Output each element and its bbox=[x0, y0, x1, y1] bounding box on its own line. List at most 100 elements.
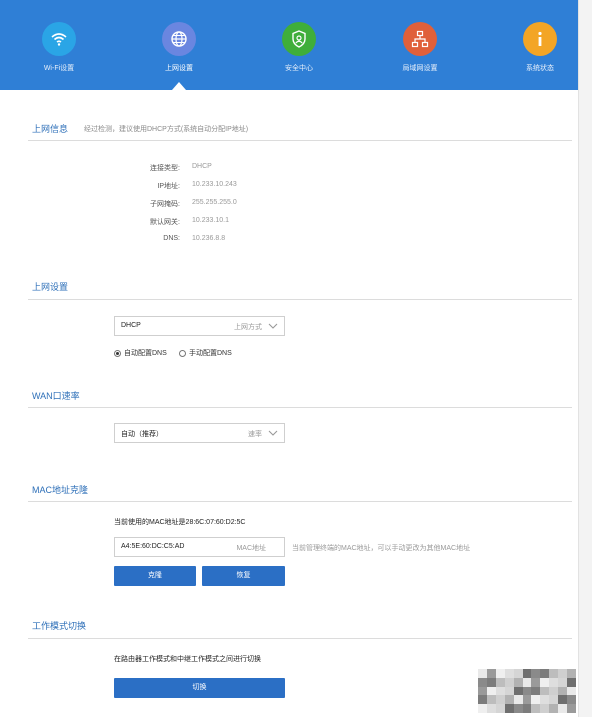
mosaic-cell bbox=[558, 686, 568, 696]
connection-mode-select[interactable]: DHCP 上网方式 bbox=[114, 316, 285, 336]
mosaic-cell bbox=[558, 695, 568, 705]
section-title-wan-speed: WAN口速率 bbox=[32, 391, 80, 401]
work-mode-description: 在路由器工作模式和中继工作模式之间进行切换 bbox=[114, 656, 261, 663]
mac-address-value: A4:5E:60:DC:C5:AD bbox=[121, 543, 185, 550]
connection-type-value: DHCP bbox=[192, 163, 212, 170]
divider bbox=[28, 299, 572, 300]
wan-speed-value: 自动（推荐） bbox=[121, 431, 163, 438]
mosaic-cell bbox=[540, 686, 550, 696]
nav-item-security[interactable]: 安全中心 bbox=[259, 22, 339, 73]
subnet-mask-value: 255.255.255.0 bbox=[192, 199, 237, 206]
dns-label: DNS: bbox=[163, 235, 180, 242]
mac-address-input[interactable]: A4:5E:60:DC:C5:AD MAC地址 bbox=[114, 537, 285, 557]
mosaic-cell bbox=[531, 669, 541, 678]
mosaic-cell bbox=[549, 677, 559, 687]
mosaic-cell bbox=[558, 677, 568, 687]
mosaic-cell bbox=[540, 677, 550, 687]
dns-auto-label: 自动配置DNS bbox=[124, 350, 167, 357]
current-mac-text: 当前使用的MAC地址是28:6C:07:60:D2:5C bbox=[114, 519, 246, 526]
mosaic-cell bbox=[486, 695, 496, 705]
mosaic-cell bbox=[540, 704, 550, 713]
mac-address-hint: MAC地址 bbox=[236, 545, 266, 552]
section-hint: 经过检测，建议使用DHCP方式(系统自动分配IP地址) bbox=[84, 126, 249, 133]
info-icon bbox=[523, 22, 557, 56]
dns-value: 10.236.8.8 bbox=[192, 235, 226, 242]
mosaic-cell bbox=[504, 669, 514, 678]
mosaic-cell bbox=[549, 669, 559, 678]
connection-mode-hint: 上网方式 bbox=[234, 324, 262, 331]
scrollbar[interactable] bbox=[578, 0, 592, 717]
mosaic-cell bbox=[486, 669, 496, 678]
mosaic-cell bbox=[495, 686, 505, 696]
mosaic-cell bbox=[567, 686, 576, 696]
mosaic-cell bbox=[478, 686, 487, 696]
clone-button[interactable]: 克隆 bbox=[114, 566, 196, 586]
mosaic-cell bbox=[549, 704, 559, 713]
mosaic-cell bbox=[540, 695, 550, 705]
nav-label: 局域网设置 bbox=[402, 65, 438, 72]
gateway-label: 默认网关: bbox=[150, 219, 180, 226]
mosaic-cell bbox=[522, 669, 532, 678]
mosaic-cell bbox=[531, 686, 541, 696]
mosaic-cell bbox=[478, 669, 487, 678]
mosaic-cell bbox=[486, 686, 496, 696]
nav-item-status[interactable]: 系统状态 bbox=[500, 22, 580, 73]
mosaic-cell bbox=[495, 677, 505, 687]
gateway-value: 10.233.10.1 bbox=[192, 217, 229, 224]
radio-unchecked-icon bbox=[179, 349, 186, 357]
shield-icon bbox=[282, 22, 316, 56]
mosaic-cell bbox=[531, 704, 541, 713]
nav-item-wifi[interactable]: Wi-Fi设置 bbox=[19, 22, 99, 73]
mosaic-cell bbox=[558, 704, 568, 713]
nav-label: 上网设置 bbox=[165, 65, 193, 72]
divider bbox=[28, 407, 572, 408]
mosaic-cell bbox=[567, 704, 576, 713]
switch-mode-button[interactable]: 切换 bbox=[114, 678, 285, 698]
mosaic-cell bbox=[504, 695, 514, 705]
nav-label: 系统状态 bbox=[526, 65, 554, 72]
divider bbox=[28, 140, 572, 141]
mosaic-cell bbox=[495, 704, 505, 713]
mosaic-cell bbox=[513, 695, 523, 705]
nav-item-lan[interactable]: 局域网设置 bbox=[380, 22, 460, 73]
dns-manual-radio[interactable]: 手动配置DNS bbox=[179, 348, 232, 358]
mosaic-cell bbox=[513, 686, 523, 696]
restore-button[interactable]: 恢复 bbox=[202, 566, 285, 586]
mosaic-cell bbox=[549, 695, 559, 705]
mosaic-cell bbox=[549, 686, 559, 696]
connection-type-label: 连接类型: bbox=[150, 165, 180, 172]
pixelated-watermark bbox=[478, 669, 576, 713]
mosaic-cell bbox=[522, 677, 532, 687]
mosaic-cell bbox=[567, 695, 576, 705]
subnet-mask-label: 子网掩码: bbox=[150, 201, 180, 208]
mosaic-cell bbox=[531, 677, 541, 687]
section-title-mac-clone: MAC地址克隆 bbox=[32, 485, 88, 495]
mosaic-cell bbox=[567, 669, 576, 678]
mosaic-cell bbox=[567, 677, 576, 687]
mosaic-cell bbox=[513, 677, 523, 687]
top-navigation: Wi-Fi设置 上网设置 安全中心 局域网设置 系统状态 bbox=[0, 0, 578, 90]
mosaic-cell bbox=[495, 695, 505, 705]
globe-icon bbox=[162, 22, 196, 56]
radio-checked-icon bbox=[114, 349, 121, 357]
nav-label: 安全中心 bbox=[285, 65, 313, 72]
mosaic-cell bbox=[558, 669, 568, 678]
mosaic-cell bbox=[513, 669, 523, 678]
mac-address-help: 当前管理终端的MAC地址，可以手动更改为其他MAC地址 bbox=[292, 545, 471, 552]
wan-speed-select[interactable]: 自动（推荐） 速率 bbox=[114, 423, 285, 443]
mosaic-cell bbox=[522, 695, 532, 705]
dns-auto-radio[interactable]: 自动配置DNS bbox=[114, 348, 167, 358]
section-title-internet-settings: 上网设置 bbox=[32, 282, 69, 292]
mosaic-cell bbox=[513, 704, 523, 713]
mosaic-cell bbox=[522, 704, 532, 713]
wifi-icon bbox=[42, 22, 76, 56]
ip-address-value: 10.233.10.243 bbox=[192, 181, 237, 188]
chevron-down-icon bbox=[268, 430, 278, 436]
section-title-work-mode: 工作模式切换 bbox=[32, 621, 87, 631]
dns-manual-label: 手动配置DNS bbox=[189, 350, 232, 357]
chevron-down-icon bbox=[268, 323, 278, 329]
mosaic-cell bbox=[522, 686, 532, 696]
mosaic-cell bbox=[495, 669, 505, 678]
mosaic-cell bbox=[504, 686, 514, 696]
nav-item-internet[interactable]: 上网设置 bbox=[139, 22, 219, 73]
